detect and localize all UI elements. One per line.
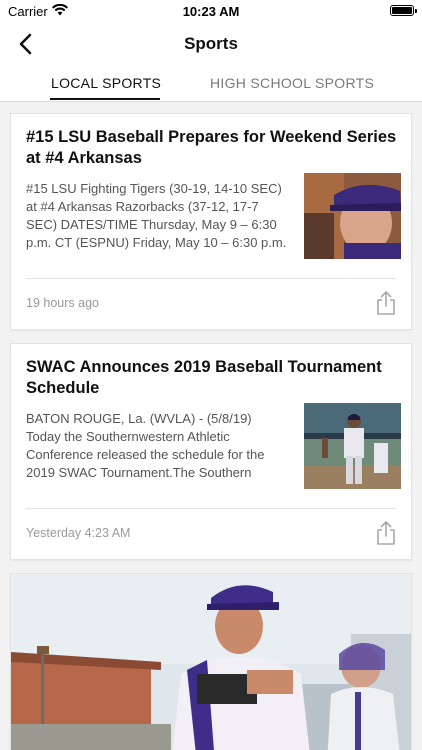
share-icon[interactable]	[375, 290, 397, 316]
navigation-bar: Sports	[0, 22, 422, 66]
article-headline[interactable]: #15 LSU Baseball Prepares for Weekend Se…	[26, 127, 398, 169]
battery-icon	[390, 5, 417, 16]
article-thumbnail[interactable]	[304, 403, 401, 489]
sports-tabs: LOCAL SPORTS HIGH SCHOOL SPORTS	[0, 66, 422, 102]
featured-article-card[interactable]	[10, 573, 412, 750]
card-divider	[26, 278, 396, 279]
article-timestamp: 19 hours ago	[26, 296, 99, 310]
article-summary: BATON ROUGE, La. (WVLA) - (5/8/19) Today…	[26, 411, 265, 480]
share-icon[interactable]	[375, 520, 397, 546]
article-card[interactable]: #15 LSU Baseball Prepares for Weekend Se…	[10, 113, 412, 330]
featured-article-image[interactable]	[11, 574, 411, 750]
status-bar: Carrier 10:23 AM	[0, 0, 422, 22]
active-tab-indicator	[50, 98, 160, 100]
article-thumbnail[interactable]	[304, 173, 401, 259]
tab-high-school-sports[interactable]: HIGH SCHOOL SPORTS	[210, 75, 374, 91]
article-summary: #15 LSU Fighting Tigers (30-19, 14-10 SE…	[26, 181, 287, 250]
card-divider	[26, 508, 396, 509]
tab-local-sports[interactable]: LOCAL SPORTS	[51, 75, 161, 91]
article-card[interactable]: SWAC Announces 2019 Baseball Tournament …	[10, 343, 412, 560]
clock: 10:23 AM	[182, 4, 240, 19]
page-title: Sports	[184, 34, 238, 53]
article-headline[interactable]: SWAC Announces 2019 Baseball Tournament …	[26, 357, 398, 399]
article-timestamp: Yesterday 4:23 AM	[26, 526, 131, 540]
